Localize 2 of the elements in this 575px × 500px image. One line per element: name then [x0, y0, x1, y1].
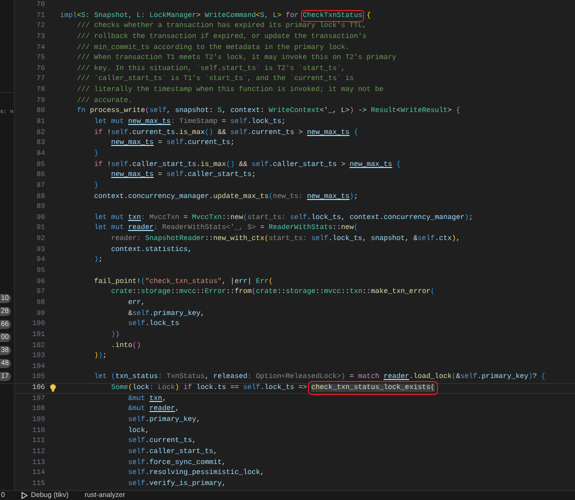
lightbulb-icon[interactable] [50, 384, 56, 392]
play-debug-icon[interactable] [20, 492, 28, 499]
